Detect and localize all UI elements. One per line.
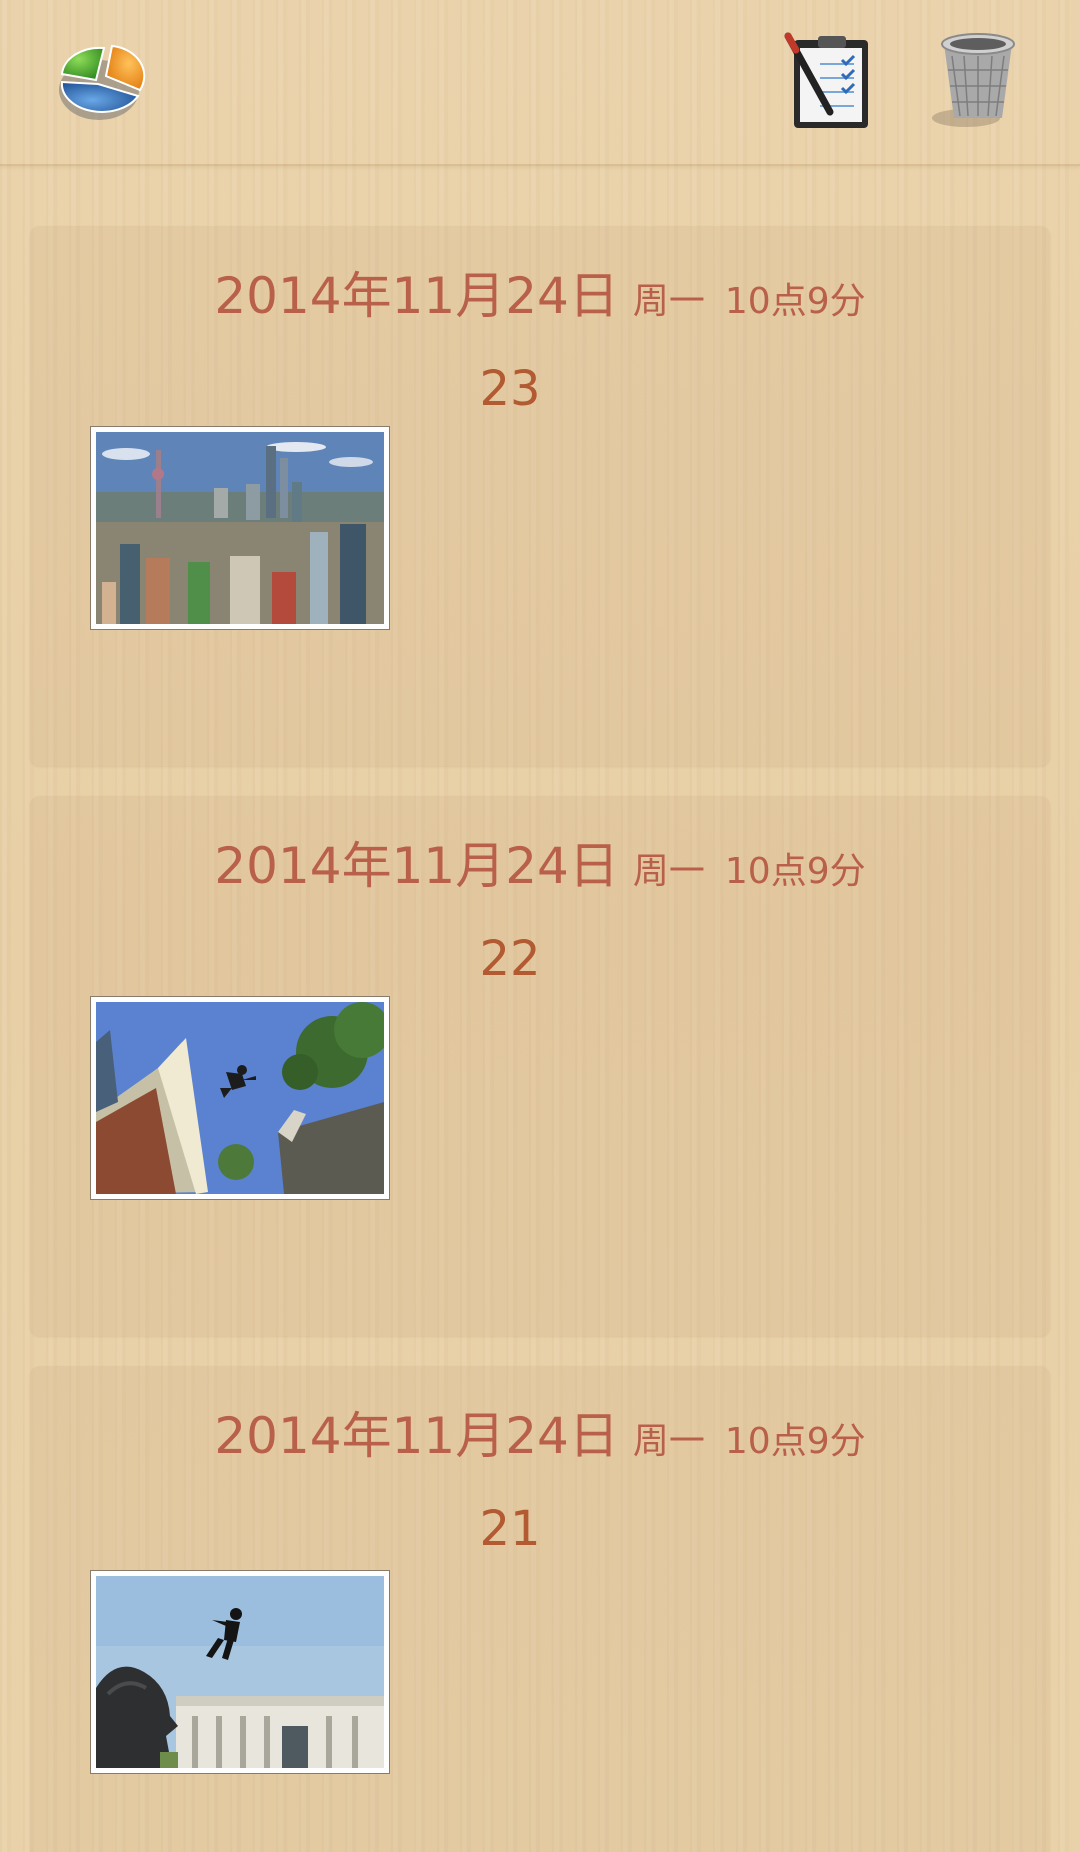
entry-weekday: 周一 [632,1421,705,1462]
lion-statue-jump-photo [96,1576,384,1768]
city-skyline-photo [96,432,384,624]
entry-weekday: 周一 [632,851,705,892]
parkour-jump-photo [96,1002,384,1194]
entry-date: 2014年11月24日 [214,1407,619,1465]
entry-thumbnail[interactable] [90,426,390,630]
notes-clipboard-icon[interactable] [780,30,874,132]
entry-card[interactable]: 2014年11月24日 周一 10点9分 21 [30,1366,1050,1852]
entry-title: 23 [479,361,541,417]
entry-title: 21 [479,1501,541,1557]
pie-chart-icon[interactable] [56,34,146,124]
entry-thumbnail[interactable] [90,996,390,1200]
entry-time: 10点9分 [724,1421,866,1462]
entry-date: 2014年11月24日 [214,267,619,325]
entry-card[interactable]: 2014年11月24日 周一 10点9分 23 [30,226,1050,766]
entry-card[interactable]: 2014年11月24日 周一 10点9分 22 [30,796,1050,1336]
entry-date: 2014年11月24日 [214,837,619,895]
entry-time: 10点9分 [724,281,866,322]
entry-datetime: 2014年11月24日 周一 10点9分 [30,1396,1050,1468]
entry-datetime: 2014年11月24日 周一 10点9分 [30,256,1050,328]
entry-thumbnail[interactable] [90,1570,390,1774]
entry-weekday: 周一 [632,281,705,322]
entry-time: 10点9分 [724,851,866,892]
trash-bin-icon[interactable] [930,30,1026,130]
entry-datetime: 2014年11月24日 周一 10点9分 [30,826,1050,898]
top-toolbar [0,0,1080,166]
entry-title: 22 [479,931,541,987]
